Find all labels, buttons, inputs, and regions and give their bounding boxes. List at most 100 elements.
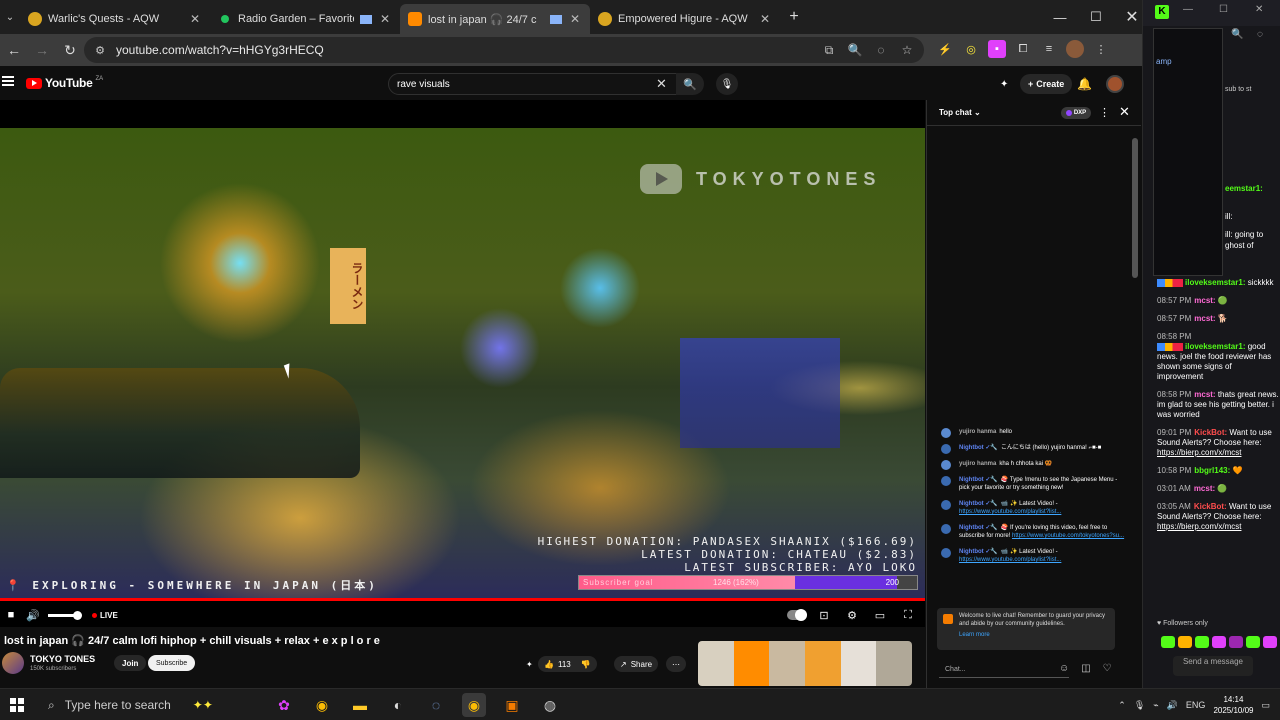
microphone-icon[interactable]: 🎙 <box>1134 700 1145 711</box>
search-input[interactable]: rave visuals <box>388 73 678 95</box>
chat-more-icon[interactable]: ⋮ <box>1099 106 1110 119</box>
visibility-icon[interactable]: ◌ <box>1257 29 1263 40</box>
chat-link[interactable]: https://www.youtube.com/playlist?list... <box>959 557 1061 563</box>
tab-search-dropdown-icon[interactable]: ⌄ <box>0 0 20 34</box>
emote-icon[interactable] <box>1178 636 1192 648</box>
search-button[interactable]: 🔍 <box>676 73 704 95</box>
voice-search-icon[interactable]: 🎙 <box>716 73 738 95</box>
taskbar-search[interactable]: ⌕ Type here to search ✦✦ <box>44 693 264 717</box>
tab-lost-in-japan[interactable]: lost in japan 🎧 24/7 c ✕ <box>400 4 590 34</box>
tab-empowered-higure[interactable]: Empowered Higure - AQW ✕ <box>590 4 780 34</box>
app-icon[interactable]: ◍ <box>538 693 562 717</box>
kick-link[interactable]: https://bierp.com/x/mcst <box>1157 448 1241 457</box>
site-info-icon[interactable]: ⚙ <box>88 44 112 57</box>
avatar[interactable] <box>941 500 951 510</box>
notifications-icon[interactable]: ▭ <box>1261 700 1270 711</box>
chat-author[interactable]: Nightbot ✓🔧 <box>959 445 998 451</box>
kick-author[interactable]: iloveksemstar1: <box>1185 278 1245 287</box>
game-icon[interactable]: ▣ <box>500 693 524 717</box>
create-button[interactable]: + Create <box>1020 74 1073 94</box>
kick-author[interactable]: mcst: <box>1194 314 1215 323</box>
more-actions-icon[interactable]: ⋯ <box>666 656 686 672</box>
language-indicator[interactable]: ENG <box>1186 700 1206 710</box>
chat-author[interactable]: Nightbot ✓🔧 <box>959 501 998 507</box>
fullscreen-icon[interactable]: ⛶ <box>897 604 919 626</box>
settings-gear-icon[interactable]: ⚙ <box>841 604 863 626</box>
avatar[interactable] <box>941 460 951 470</box>
avatar[interactable] <box>941 444 951 454</box>
extension-icon[interactable]: ▪ <box>988 40 1006 58</box>
url-text[interactable]: youtube.com/watch?v=hHGYg3rHECQ <box>116 43 324 57</box>
kick-author[interactable]: mcst: <box>1194 296 1215 305</box>
profile-avatar-icon[interactable] <box>1066 40 1084 58</box>
avatar[interactable] <box>941 548 951 558</box>
avatar[interactable] <box>941 428 951 438</box>
extension-icon[interactable]: ◎ <box>962 40 980 58</box>
super-chat-icon[interactable]: ◫ <box>1081 663 1090 674</box>
windows-start-icon[interactable] <box>10 698 24 712</box>
kick-author[interactable]: iloveksemstar1: <box>1185 342 1245 351</box>
kick-link[interactable]: https://bierp.com/x/mcst <box>1157 522 1241 531</box>
emote-bar[interactable] <box>1161 636 1277 650</box>
chat-link[interactable]: https://www.youtube.com/playlist?list... <box>959 509 1061 515</box>
file-explorer-icon[interactable]: ▬ <box>348 693 372 717</box>
emote-icon[interactable] <box>1229 636 1243 648</box>
maximize-button[interactable]: ☐ <box>1219 4 1228 15</box>
top-chat-dropdown[interactable]: Top chat ⌄ <box>939 108 981 117</box>
chevron-up-icon[interactable]: ⌃ <box>1118 700 1126 711</box>
tab-radio-garden[interactable]: Radio Garden – Favorites ✕ <box>210 4 400 34</box>
volume-icon[interactable]: 🔊 <box>22 604 44 626</box>
close-chat-icon[interactable]: ✕ <box>1119 104 1130 120</box>
kick-author[interactable]: KickBot: <box>1194 502 1227 511</box>
kick-author[interactable]: mcst: <box>1194 484 1215 493</box>
captions-icon[interactable]: ⊡ <box>813 604 835 626</box>
chat-link[interactable]: https://www.youtube.com/tokyotones?su... <box>1012 533 1124 539</box>
emoji-icon[interactable]: ☺ <box>1059 663 1069 674</box>
chat-author[interactable]: Nightbot ✓🔧 <box>959 549 998 555</box>
tab-close-icon[interactable]: ✕ <box>378 12 392 26</box>
video-player[interactable]: ラーメン TOKYOTONES HIGHEST DONATION: PANDAS… <box>0 100 925 627</box>
emote-icon[interactable] <box>1263 636 1277 648</box>
network-icon[interactable]: ⌁ <box>1153 700 1158 711</box>
join-button[interactable]: Join <box>114 655 147 671</box>
emote-icon[interactable] <box>1246 636 1260 648</box>
dxp-badge[interactable]: DXP <box>1061 107 1091 119</box>
copilot-icon[interactable]: ✿ <box>272 693 296 717</box>
thumbs-down-icon[interactable]: 👎 <box>581 660 591 669</box>
theater-mode-icon[interactable]: ▭ <box>869 604 891 626</box>
stop-button[interactable]: ■ <box>0 604 22 626</box>
address-bar[interactable]: ⚙ youtube.com/watch?v=hHGYg3rHECQ ⧉ 🔍 ◌ … <box>84 37 924 63</box>
media-controls-icon[interactable]: ≡ <box>1040 40 1058 58</box>
clock[interactable]: 14:14 2025/10/09 <box>1213 694 1253 716</box>
send-message-input[interactable]: Send a message <box>1173 656 1253 676</box>
clear-search-icon[interactable]: ✕ <box>656 76 667 92</box>
chrome-icon[interactable]: ◉ <box>462 693 486 717</box>
extensions-puzzle-icon[interactable]: ⧠ <box>1014 40 1032 58</box>
back-button[interactable]: ← <box>0 36 28 64</box>
chrome-icon[interactable]: ◉ <box>310 693 334 717</box>
channel-avatar[interactable] <box>2 652 24 674</box>
youtube-logo[interactable]: YouTube ZA <box>26 76 103 90</box>
browser-menu-icon[interactable]: ⋮ <box>1092 40 1110 58</box>
chat-author[interactable]: Nightbot ✓🔧 <box>959 477 998 483</box>
extension-badge-icon[interactable]: ✦ <box>1000 74 1008 94</box>
chat-input[interactable]: Chat... <box>939 662 1069 678</box>
emote-icon[interactable] <box>1161 636 1175 648</box>
tab-close-icon[interactable]: ✕ <box>568 12 582 26</box>
tab-warlics-quests[interactable]: Warlic's Quests - AQW ✕ <box>20 4 210 34</box>
subscribe-button[interactable]: Subscribe <box>148 655 196 671</box>
volume-icon[interactable]: 🔊 <box>1167 700 1178 711</box>
autoplay-toggle[interactable] <box>787 609 807 621</box>
avatar[interactable] <box>941 524 951 534</box>
forward-button[interactable]: → <box>28 36 56 64</box>
volume-slider[interactable] <box>48 610 82 620</box>
channel-name[interactable]: TOKYO TONES <box>30 654 95 664</box>
hamburger-menu-icon[interactable] <box>2 76 14 86</box>
bookmark-star-icon[interactable]: ☆ <box>898 41 916 59</box>
kick-author[interactable]: mcst: <box>1194 390 1215 399</box>
learn-more-link[interactable]: Learn more <box>959 631 1109 639</box>
close-window-button[interactable]: ✕ <box>1255 4 1263 15</box>
zoom-icon[interactable]: 🔍 <box>1231 29 1243 40</box>
reload-button[interactable]: ↻ <box>56 36 84 64</box>
zoom-icon[interactable]: 🔍 <box>846 41 864 59</box>
